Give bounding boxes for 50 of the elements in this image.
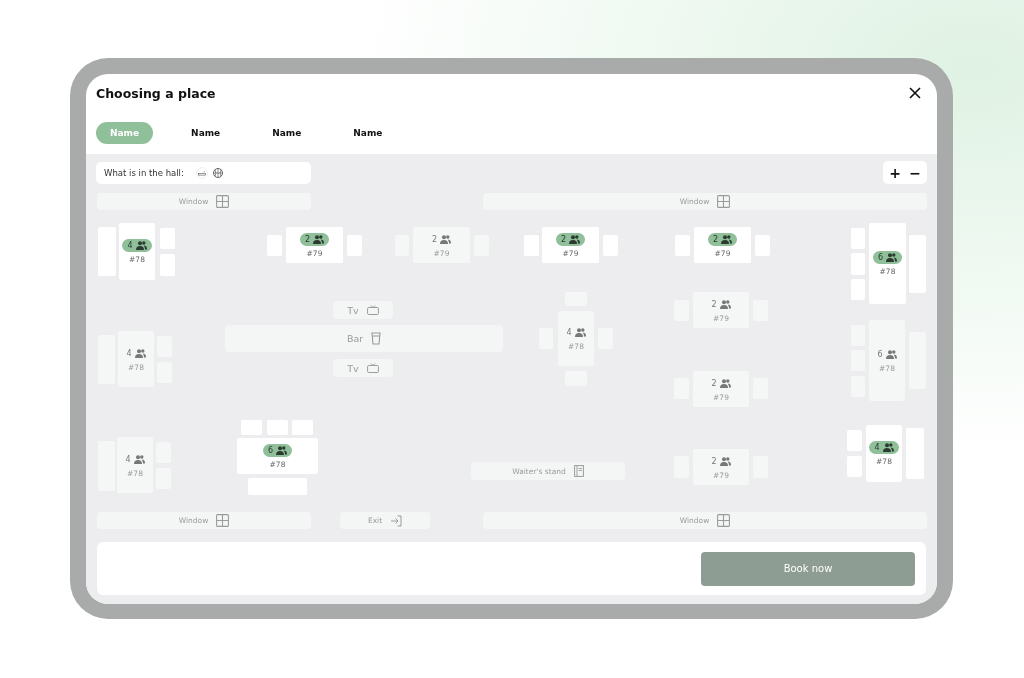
people-icon — [135, 241, 147, 250]
seat-count: 2 — [431, 234, 438, 244]
seat-count: 2 — [711, 456, 717, 466]
people-icon — [569, 234, 581, 244]
people-icon — [721, 234, 733, 244]
notepad-icon — [573, 465, 584, 477]
landmark-label: Bar — [346, 333, 364, 344]
window-icon — [717, 195, 731, 208]
people-icon — [276, 445, 288, 455]
people-icon — [719, 378, 731, 388]
people-icon — [719, 456, 731, 466]
seat-count: 4 — [127, 241, 133, 250]
seat-count: 4 — [126, 348, 132, 358]
people-icon — [134, 348, 146, 358]
landmark-label: Tv — [347, 304, 359, 316]
tab[interactable]: Name — [258, 122, 316, 144]
glass-icon — [371, 332, 382, 345]
seat-count: 2 — [712, 234, 719, 244]
people-icon — [440, 234, 452, 244]
close-icon[interactable] — [909, 87, 921, 99]
seat-count: 4 — [874, 443, 880, 452]
tv-icon — [366, 363, 379, 373]
seat-count: 6 — [267, 445, 274, 455]
seat-count: 6 — [877, 350, 883, 359]
tab[interactable]: Name — [177, 122, 235, 144]
tab[interactable]: Name — [339, 122, 397, 144]
people-icon — [574, 328, 586, 337]
cigarette-icon — [195, 167, 208, 179]
seat-count: 2 — [711, 299, 717, 309]
landmark-label: Tv — [347, 362, 359, 374]
seat-count: 6 — [877, 253, 884, 262]
legend-label: What is in the hall: — [104, 168, 184, 178]
window-icon — [216, 514, 230, 527]
tv-icon — [366, 305, 379, 315]
people-icon — [882, 443, 894, 452]
seat-count: 2 — [304, 234, 311, 244]
people-icon — [885, 350, 897, 359]
people-icon — [133, 454, 145, 464]
ball-icon — [211, 167, 224, 179]
window-title: Choosing a place — [96, 85, 216, 101]
window-icon — [717, 514, 731, 527]
people-icon — [886, 253, 898, 262]
seat-count: 4 — [125, 454, 131, 464]
people-icon — [719, 299, 731, 309]
seat-count: 4 — [566, 328, 572, 337]
people-icon — [313, 234, 325, 244]
exit-icon — [390, 514, 403, 527]
window-icon — [216, 195, 230, 208]
seat-count: 2 — [560, 234, 567, 244]
seat-count: 2 — [711, 378, 717, 388]
